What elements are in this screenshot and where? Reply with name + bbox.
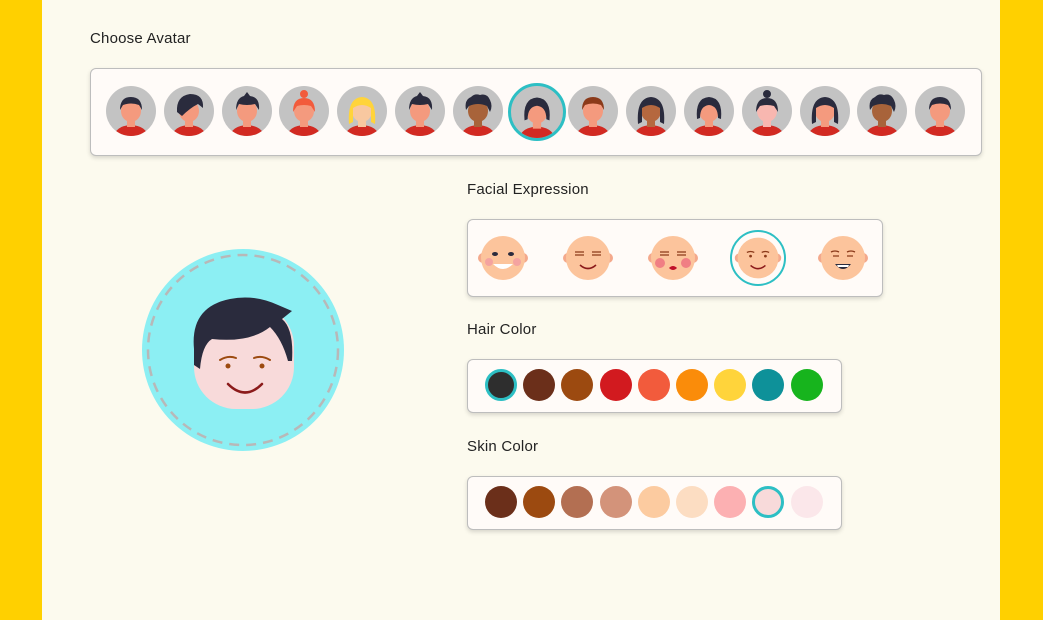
avatar-8[interactable]: [507, 83, 566, 141]
avatar-6-icon: [403, 92, 437, 136]
hair-color-swatch-1[interactable]: [485, 369, 517, 401]
skin-color-picker: [467, 476, 842, 530]
avatar-2[interactable]: [163, 86, 214, 136]
skin-color-swatch-2[interactable]: [523, 486, 556, 518]
skin-color-swatch-4[interactable]: [599, 486, 632, 518]
skin-color-swatch-5[interactable]: [637, 486, 670, 518]
avatar-9[interactable]: [568, 86, 619, 136]
hair-color-swatch-4[interactable]: [599, 369, 632, 401]
expression-blush-kiss-icon: [648, 236, 698, 280]
skin-color-swatch-8[interactable]: [752, 486, 785, 518]
avatar-14-icon: [865, 94, 900, 136]
avatar-15[interactable]: [915, 86, 966, 136]
avatar-picker: [90, 68, 982, 156]
expression-blush-kiss[interactable]: [645, 230, 701, 286]
expression-calm-smile-icon: [563, 236, 613, 280]
avatar-14[interactable]: [857, 86, 908, 136]
avatar-4-icon: [287, 90, 322, 136]
avatar-4[interactable]: [279, 86, 330, 136]
facial-expression-heading: Facial Expression: [467, 181, 589, 198]
avatar-10-icon: [634, 97, 669, 136]
hair-color-heading: Hair Color: [467, 321, 537, 338]
avatar-5-icon: [345, 97, 380, 136]
hair-color-swatch-3[interactable]: [561, 369, 594, 401]
avatar-list: [91, 69, 981, 155]
expression-gentle-smile-icon: [734, 237, 782, 279]
avatar-13[interactable]: [799, 86, 850, 136]
avatar-5[interactable]: [337, 86, 388, 136]
avatar-2-icon: [171, 94, 206, 136]
avatar-preview-face-icon: [146, 253, 340, 447]
avatar-1[interactable]: [106, 86, 156, 136]
skin-color-swatch-1[interactable]: [485, 486, 517, 518]
avatar-12[interactable]: [741, 86, 792, 136]
avatar-9-icon: [576, 97, 611, 136]
hair-color-swatch-2[interactable]: [523, 369, 556, 401]
avatar-7-icon: [460, 94, 495, 136]
avatar-11[interactable]: [684, 86, 734, 136]
skin-color-swatch-7[interactable]: [714, 486, 747, 518]
skin-color-heading: Skin Color: [467, 438, 539, 455]
expression-gentle-smile[interactable]: [730, 230, 786, 286]
skin-color-swatch-3[interactable]: [561, 486, 594, 518]
expression-grin-icon: [478, 236, 528, 280]
avatar-7[interactable]: [452, 86, 503, 136]
avatar-10[interactable]: [626, 86, 677, 136]
hair-color-swatch-6[interactable]: [676, 369, 708, 401]
skin-color-swatch-6[interactable]: [676, 486, 708, 518]
avatar-15-icon: [923, 97, 958, 136]
expression-picker: [467, 219, 883, 297]
hair-color-swatch-9[interactable]: [790, 369, 823, 401]
expression-calm-smile[interactable]: [560, 230, 616, 286]
avatar-6[interactable]: [395, 86, 445, 136]
avatar-12-icon: [749, 90, 784, 136]
avatar-preview: [142, 249, 344, 451]
expression-grin[interactable]: [475, 230, 531, 286]
expression-wink-laugh-icon: [818, 236, 868, 280]
expression-wink-laugh[interactable]: [815, 230, 871, 286]
skin-color-swatch-9[interactable]: [790, 486, 823, 518]
avatar-3-icon: [229, 92, 264, 136]
avatar-13-icon: [807, 97, 842, 136]
avatar-8-icon: [518, 97, 555, 138]
hair-color-picker: [467, 359, 842, 413]
avatar-3[interactable]: [221, 86, 272, 136]
hair-color-swatch-7[interactable]: [714, 369, 747, 401]
choose-avatar-heading: Choose Avatar: [90, 30, 191, 47]
avatar-builder-panel: Choose Avatar Facial Expression Hair Col…: [42, 0, 1000, 620]
avatar-11-icon: [692, 97, 726, 136]
hair-color-swatch-5[interactable]: [637, 369, 670, 401]
hair-color-swatch-8[interactable]: [752, 369, 785, 401]
avatar-1-icon: [114, 97, 148, 136]
